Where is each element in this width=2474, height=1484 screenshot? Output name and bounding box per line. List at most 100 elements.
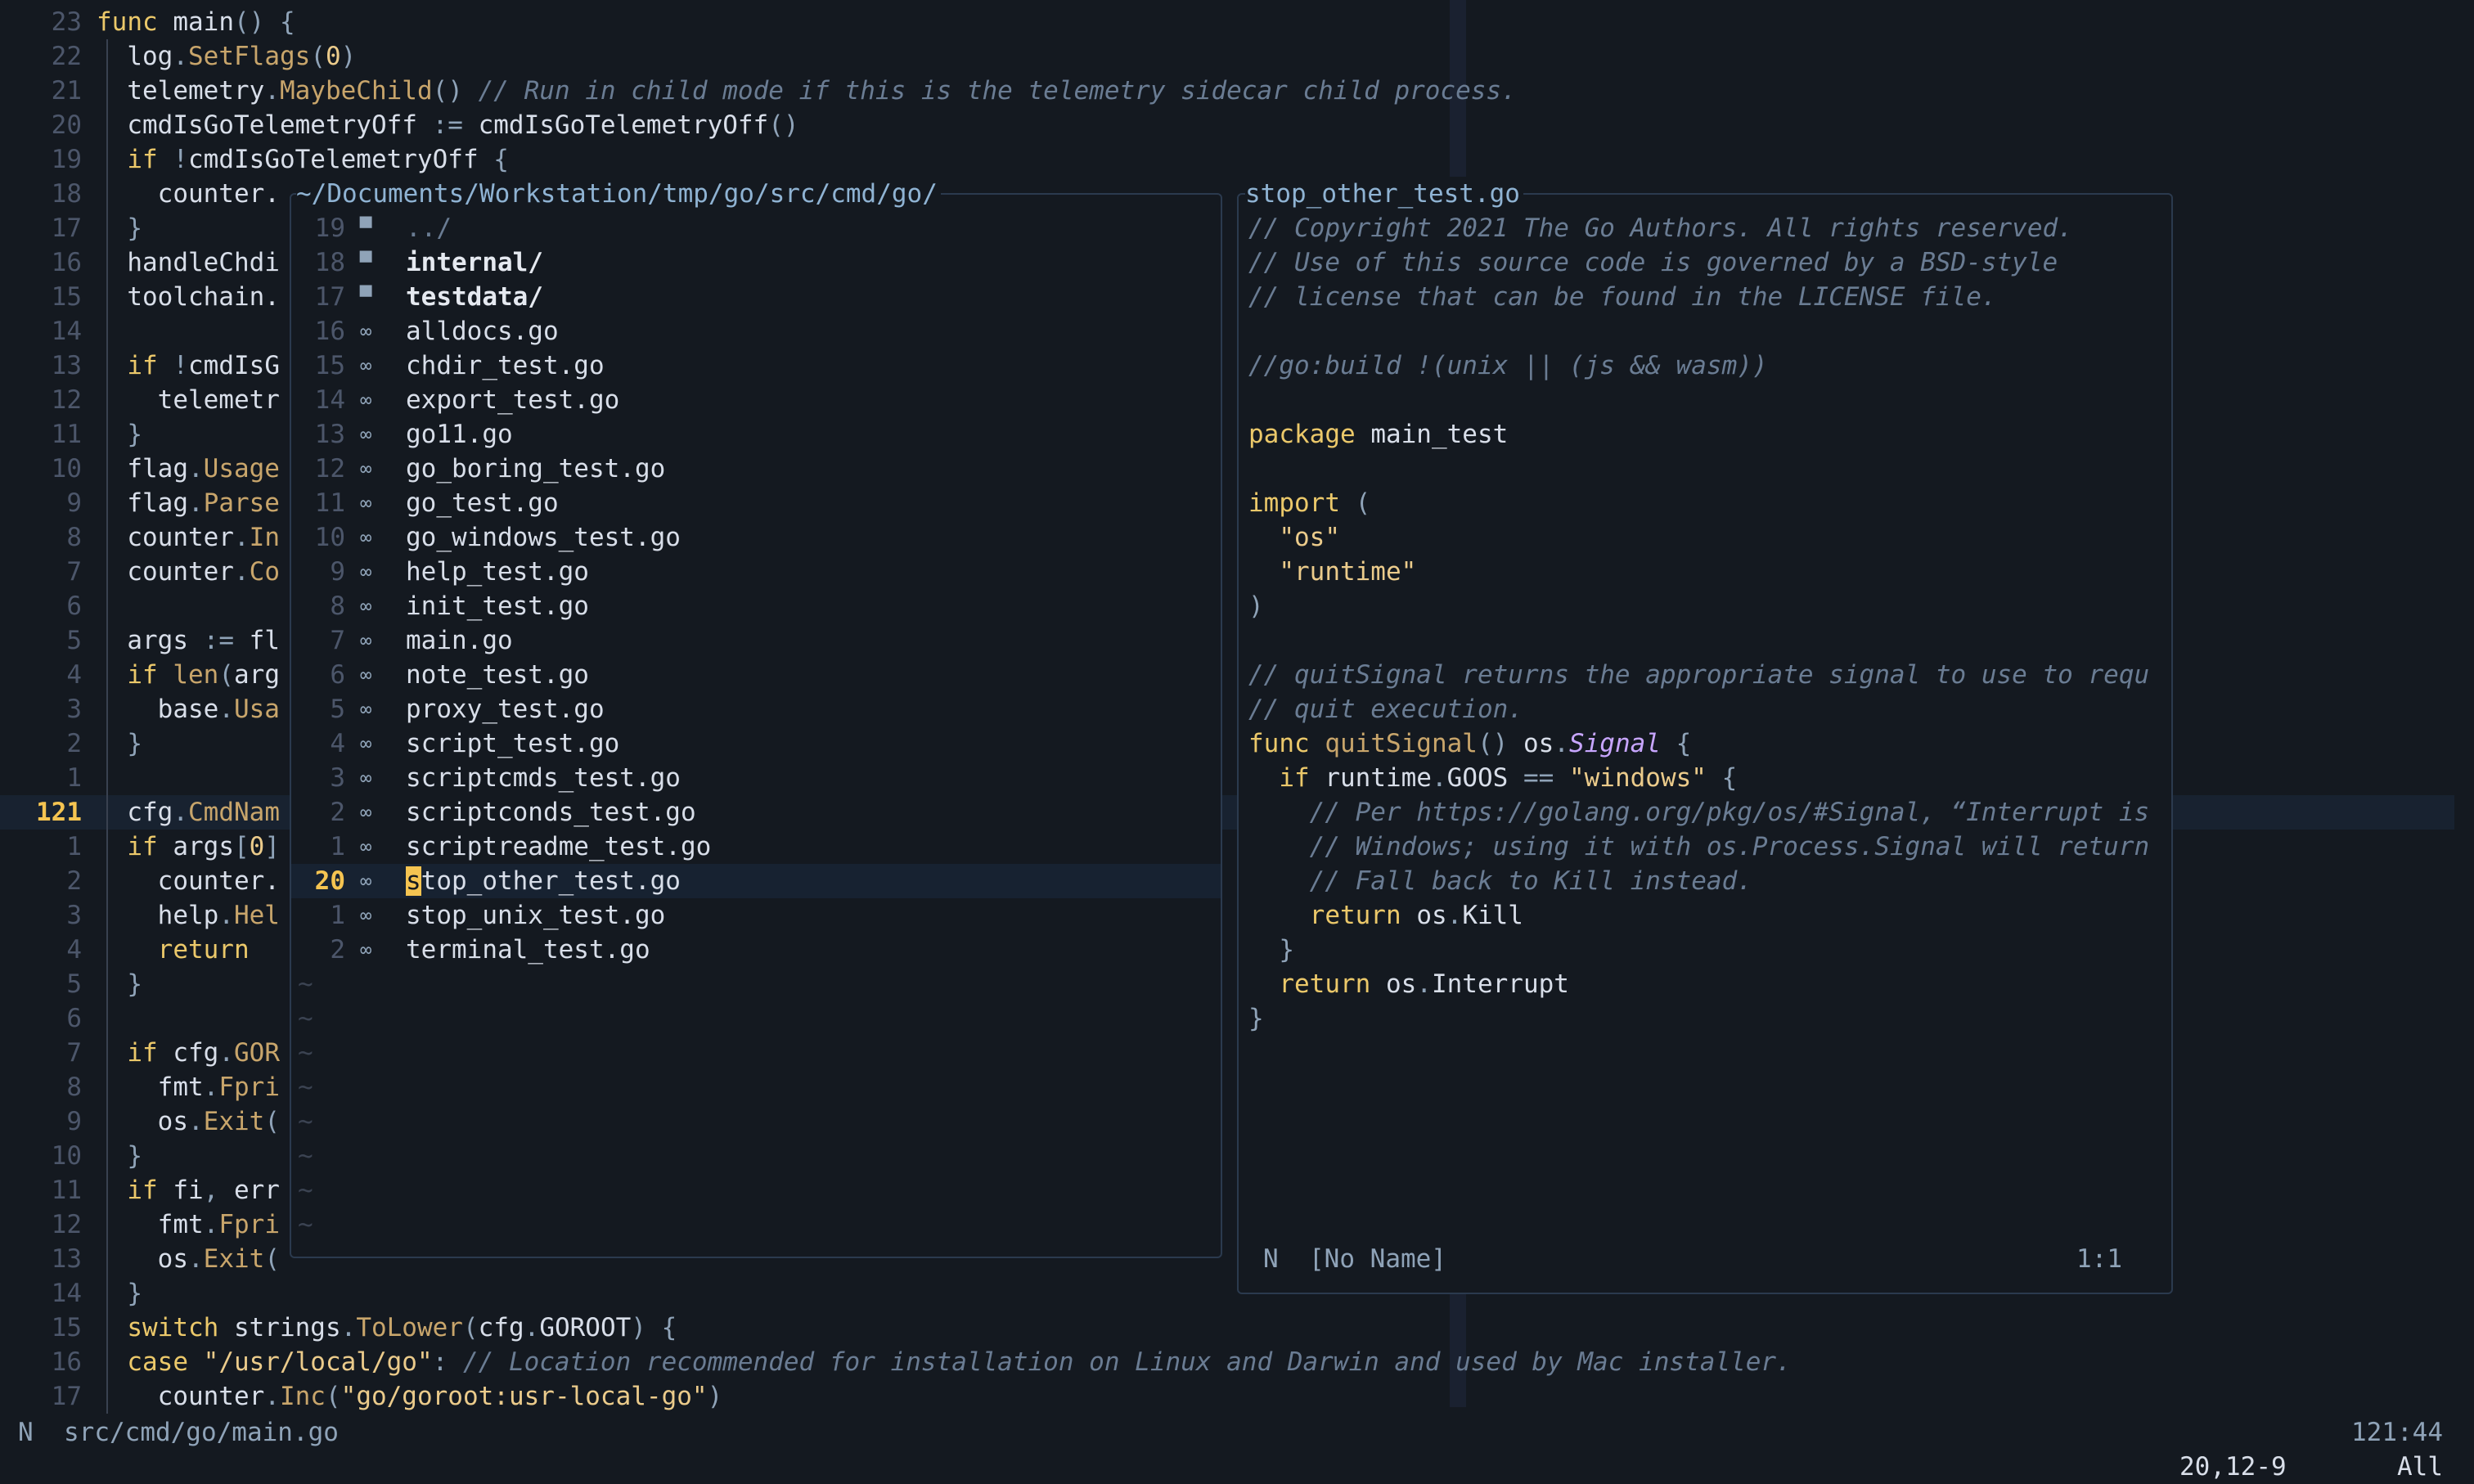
picker-item[interactable]: 2 ∞ terminal_test.go [291,933,1221,967]
picker-item[interactable]: 10 ∞ go_windows_test.go [291,520,1221,555]
code-token: counter [97,523,234,552]
picker-item-number: 14 [314,385,345,415]
picker-item-number: 2 [330,935,345,965]
picker-item[interactable]: 12 ∞ go_boring_test.go [291,452,1221,486]
code-text: os.Exit( [97,1242,280,1276]
picker-item[interactable]: 17 ▀ testdata/ [291,280,1221,314]
statusline-file: src/cmd/go/main.go [64,1418,339,1447]
picker-item[interactable]: 15 ∞ chdir_test.go [291,349,1221,383]
code-token: ( [264,1244,280,1274]
preview-line: } [1248,933,1294,967]
empty-line-marker: ~ [298,1038,313,1068]
code-token: if [97,351,173,380]
line-number: 10 [51,1141,82,1171]
picker-item[interactable]: 9 ∞ help_test.go [291,555,1221,589]
picker-item[interactable]: 7 ∞ main.go [291,623,1221,658]
picker-item-name: go_windows_test.go [406,523,681,552]
picker-item-number: 20 [314,866,345,896]
code-token: . [1416,969,1432,999]
picker-item-name: scriptreadme_test.go [406,832,712,861]
code-line[interactable]: 21 telemetry.MaybeChild() // Run in chil… [0,74,2474,108]
code-token: . [173,42,188,71]
empty-line-marker: ~ [298,1073,313,1102]
code-token: . [187,454,204,483]
file-picker-window[interactable]: 19 ▀ ../18 ▀ internal/17 ▀ testdata/16 ∞ alldocs… [290,193,1222,1258]
go-file-icon: ∞ [360,801,372,824]
preview-line: import ( [1248,486,1370,520]
code-token: cfg [173,1038,219,1068]
line-number: 15 [51,1313,82,1342]
code-text: counter. [97,864,280,898]
picker-item[interactable]: 6 ∞ note_test.go [291,658,1221,692]
code-token: . [233,523,250,552]
code-text: args := fl [97,623,280,658]
code-text: if fi, err [97,1173,280,1207]
code-token: "windows" [1568,763,1707,793]
code-line[interactable]: 17 counter.Inc("go/goroot:usr-local-go") [0,1379,2474,1414]
code-line[interactable]: 15 switch strings.ToLower(cfg.GOROOT) { [0,1311,2474,1345]
code-token: case [97,1347,204,1377]
picker-item[interactable]: 14 ∞ export_test.go [291,383,1221,417]
code-text: help.Hel [97,898,280,933]
code-token: Fpri [218,1210,280,1239]
line-number: 11 [51,420,82,449]
picker-item[interactable]: 16 ∞ alldocs.go [291,314,1221,349]
code-token: fl [249,626,280,655]
picker-item-number: 3 [330,763,345,793]
line-number: 16 [51,248,82,277]
picker-item[interactable]: 1 ∞ stop_unix_test.go [291,898,1221,933]
picker-item-name: proxy_test.go [406,695,605,724]
preview-line: // Per https://golang.org/pkg/os/#Signal… [1248,795,2150,830]
line-number: 20 [51,110,82,140]
folder-icon: ▀ [360,217,372,240]
picker-item[interactable]: 13 ∞ go11.go [291,417,1221,452]
picker-item[interactable]: 19 ▀ ../ [291,211,1221,245]
code-token: os [1523,729,1554,758]
picker-item[interactable]: 1 ∞ scriptreadme_test.go [291,830,1221,864]
code-token: () { [233,7,295,37]
picker-item[interactable]: 20 ∞ stop_other_test.go [291,864,1221,898]
code-line[interactable]: 22 log.SetFlags(0) [0,39,2474,74]
picker-item[interactable]: 4 ∞ script_test.go [291,726,1221,761]
picker-item-name: scriptconds_test.go [406,798,696,827]
code-token: telemetry [97,76,265,106]
code-token: Usa [233,695,280,724]
go-file-icon: ∞ [360,595,372,618]
code-line[interactable]: 16 case "/usr/local/go": // Location rec… [0,1345,2474,1379]
code-token: func [97,7,173,37]
picker-item-name: help_test.go [406,557,589,587]
picker-item-name: chdir_test.go [406,351,605,380]
line-number: 14 [51,317,82,346]
picker-item[interactable]: 2 ∞ scriptconds_test.go [291,795,1221,830]
picker-item[interactable]: 18 ▀ internal/ [291,245,1221,280]
picker-item-name: testdata/ [406,282,543,312]
code-line[interactable]: 23 func main() { [0,5,2474,39]
code-token: () [1477,729,1523,758]
code-token: . [264,1382,280,1411]
code-text: return [97,933,250,967]
code-line[interactable]: 19 if !cmdIsGoTelemetryOff { [0,142,2474,177]
code-token: . [264,76,280,106]
picker-item-name: script_test.go [406,729,620,758]
line-number: 10 [51,454,82,483]
go-file-icon: ∞ [360,904,372,927]
line-number: 8 [66,1073,82,1102]
picker-item-name: note_test.go [406,660,589,690]
picker-item[interactable]: 5 ∞ proxy_test.go [291,692,1221,726]
code-token: quitSignal [1325,729,1478,758]
picker-item-name: export_test.go [406,385,620,415]
picker-item[interactable]: 3 ∞ scriptcmds_test.go [291,761,1221,795]
code-text: } [97,967,142,1001]
code-token: { [1706,763,1738,793]
code-token: . [1554,729,1569,758]
picker-item[interactable]: 11 ∞ go_test.go [291,486,1221,520]
code-token: } [97,420,142,449]
code-text: flag.Parse [97,486,280,520]
code-token: fmt [97,1073,204,1102]
code-token: . [187,1244,204,1274]
code-line[interactable]: 20 cmdIsGoTelemetryOff := cmdIsGoTelemet… [0,108,2474,142]
code-token: counter [97,1382,265,1411]
picker-item[interactable]: 8 ∞ init_test.go [291,589,1221,623]
preview-title: stop_other_test.go [1245,177,1523,211]
code-token: ToLower [356,1313,463,1342]
